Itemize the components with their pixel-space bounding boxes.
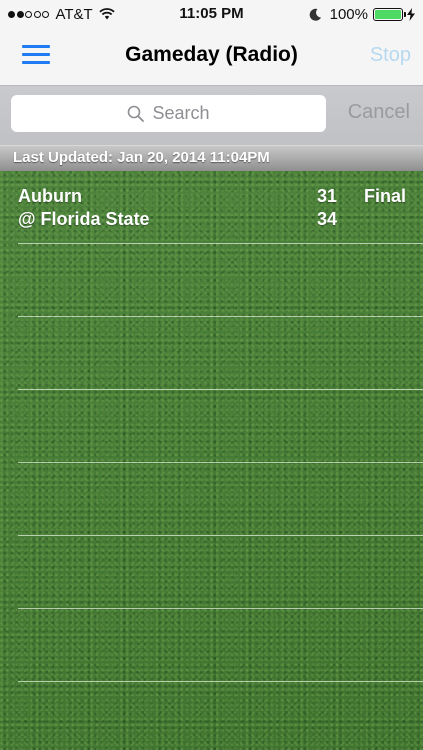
header-area: AT&T 11:05 PM 100% Gameday (Radio) Stop xyxy=(0,0,423,86)
game-row[interactable]: Auburn 31 Final @ Florida State 34 xyxy=(0,171,423,244)
signal-dot xyxy=(33,10,41,18)
battery-nub xyxy=(404,11,406,17)
empty-row xyxy=(0,536,423,609)
home-team-name: @ Florida State xyxy=(18,209,150,229)
menu-icon xyxy=(22,45,50,65)
battery-icon xyxy=(373,7,406,21)
empty-row xyxy=(0,244,423,317)
empty-row xyxy=(0,390,423,463)
away-team-score: 31 xyxy=(316,186,337,206)
menu-button[interactable] xyxy=(14,40,50,70)
cancel-button[interactable]: Cancel xyxy=(348,101,410,124)
signal-strength-icon xyxy=(8,10,51,18)
signal-dot xyxy=(8,10,15,18)
signal-dot xyxy=(25,10,32,18)
home-team-score: 34 xyxy=(316,209,337,229)
app-screen: AT&T 11:05 PM 100% Gameday (Radio) Stop … xyxy=(0,0,423,750)
empty-row xyxy=(0,317,423,390)
empty-row xyxy=(0,463,423,536)
stop-button[interactable]: Stop xyxy=(370,44,411,67)
wifi-icon xyxy=(99,8,115,20)
bolt-icon xyxy=(407,7,415,21)
row-divider xyxy=(18,681,423,682)
battery-percent: 100% xyxy=(329,5,368,23)
moon-icon xyxy=(309,8,321,21)
last-updated-text: Last Updated: Jan 20, 2014 11:04PM xyxy=(13,149,270,166)
page-title: Gameday (Radio) xyxy=(125,43,298,66)
last-updated-header: Last Updated: Jan 20, 2014 11:04PM xyxy=(0,145,423,171)
carrier-name: AT&T xyxy=(55,5,93,23)
search-icon xyxy=(128,105,145,122)
search-input[interactable]: Search xyxy=(11,95,326,132)
navigation-bar: Gameday (Radio) Stop xyxy=(0,28,423,85)
away-team-name: Auburn xyxy=(18,186,82,206)
search-bar: Search Cancel xyxy=(0,86,423,145)
status-bar: AT&T 11:05 PM 100% xyxy=(0,0,423,28)
signal-dot xyxy=(42,10,49,18)
games-list: Auburn 31 Final @ Florida State 34 xyxy=(0,171,423,750)
signal-dot xyxy=(16,10,24,18)
search-placeholder: Search xyxy=(152,103,210,123)
empty-row xyxy=(0,609,423,682)
game-status: Final xyxy=(363,186,406,206)
battery-fill xyxy=(375,9,401,19)
status-left: AT&T xyxy=(8,5,115,23)
status-right: 100% xyxy=(309,5,415,23)
